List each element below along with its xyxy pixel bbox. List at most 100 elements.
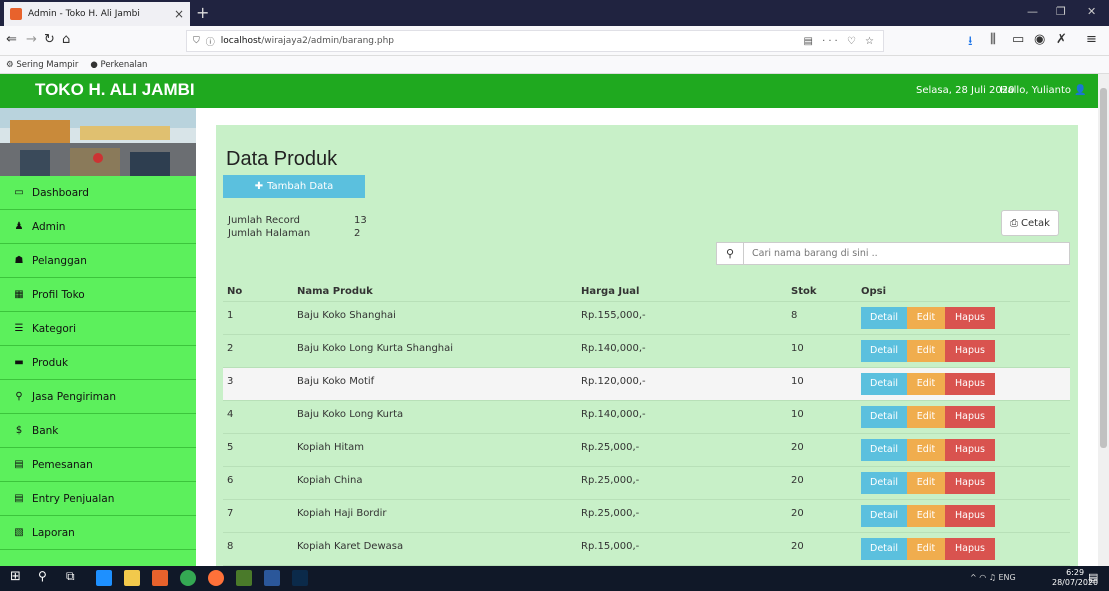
bookmark-perkenalan[interactable]: ● Perkenalan: [90, 60, 147, 70]
sidebar-item-profil-toko[interactable]: ▦ Profil Toko: [0, 278, 196, 312]
close-tab-icon[interactable]: ×: [174, 7, 184, 21]
back-icon[interactable]: ⇐: [6, 32, 17, 47]
bookmark-sering-mampir[interactable]: ⚙ Sering Mampir: [6, 60, 78, 70]
list-icon: ☰: [14, 323, 24, 334]
cell-opsi: DetailEditHapus: [857, 333, 1070, 367]
search-icon[interactable]: ⚲: [38, 569, 54, 585]
brand-title[interactable]: TOKO H. ALI JAMBI: [35, 80, 195, 100]
edit-button[interactable]: Edit: [907, 438, 945, 461]
edge-icon[interactable]: [96, 570, 112, 586]
sidebar-toggle-icon[interactable]: ▭: [1012, 32, 1024, 47]
table-row: 2 Baju Koko Long Kurta Shanghai Rp.140,000…: [223, 333, 1070, 367]
minimize-icon[interactable]: —: [1027, 5, 1038, 18]
browser-navbar: ⇐ → ↻ ⌂ ⛉ ⓘ localhost /wirajaya2/admin/b…: [0, 26, 1109, 56]
edit-button[interactable]: Edit: [907, 372, 945, 395]
reload-icon[interactable]: ↻: [44, 32, 55, 47]
task-view-icon[interactable]: ⧉: [66, 569, 82, 585]
cell-opsi: DetailEditHapus: [857, 465, 1070, 499]
menu-icon[interactable]: ≡: [1086, 32, 1097, 47]
account-icon[interactable]: ◉: [1034, 32, 1045, 47]
windows-taskbar: ⊞ ⚲ ⧉ ^ ◠ ♫ ENG 6:29 28/07/2020 ▤: [0, 566, 1109, 591]
cell-stok: 20: [787, 498, 857, 532]
cell-stok: 8: [787, 300, 857, 334]
edit-button[interactable]: Edit: [907, 504, 945, 527]
search-button[interactable]: ⚲: [716, 242, 744, 265]
file-explorer-icon[interactable]: [124, 570, 140, 586]
sidebar-item-jasa-pengiriman[interactable]: ⚲ Jasa Pengiriman: [0, 380, 196, 414]
windows-start-icon[interactable]: ⊞: [10, 569, 26, 585]
chrome-icon[interactable]: [180, 570, 196, 586]
cell-no: 3: [223, 366, 293, 400]
extension-icon[interactable]: ✗: [1056, 32, 1067, 47]
delete-button[interactable]: Hapus: [945, 372, 995, 395]
sidebar-item-admin[interactable]: ♟ Admin: [0, 210, 196, 244]
xampp-icon[interactable]: [152, 570, 168, 586]
sidebar-item-produk[interactable]: ▬ Produk: [0, 346, 196, 380]
delete-button[interactable]: Hapus: [945, 537, 995, 560]
cell-no: 8: [223, 531, 293, 565]
edit-button[interactable]: Edit: [907, 405, 945, 428]
cell-stok: 20: [787, 432, 857, 466]
product-table: No Nama Produk Harga Jual Stok Opsi 1 Baj…: [223, 283, 1070, 566]
add-data-button[interactable]: ✚ Tambah Data: [223, 175, 365, 198]
cell-nama-produk: Baju Koko Long Kurta Shanghai: [293, 333, 577, 367]
col-header-stok: Stok: [791, 286, 817, 298]
search-input[interactable]: [744, 242, 1070, 265]
detail-button[interactable]: Detail: [861, 504, 907, 527]
home-icon[interactable]: ⌂: [62, 32, 70, 47]
delete-button[interactable]: Hapus: [945, 339, 995, 362]
word-icon[interactable]: [264, 570, 280, 586]
dreamweaver-icon[interactable]: [236, 570, 252, 586]
edit-button[interactable]: Edit: [907, 471, 945, 494]
detail-button[interactable]: Detail: [861, 438, 907, 461]
sidebar-item-dashboard[interactable]: ▭ Dashboard: [0, 176, 196, 210]
forward-icon[interactable]: →: [26, 32, 37, 47]
photoshop-icon[interactable]: [292, 570, 308, 586]
search-icon: ⚲: [725, 247, 735, 260]
firefox-icon[interactable]: [208, 570, 224, 586]
edit-button[interactable]: Edit: [907, 537, 945, 560]
delete-button[interactable]: Hapus: [945, 471, 995, 494]
edit-button[interactable]: Edit: [907, 306, 945, 329]
system-tray[interactable]: ^ ◠ ♫ ENG: [970, 573, 1016, 582]
close-window-icon[interactable]: ✕: [1087, 5, 1096, 18]
browser-tab[interactable]: Admin - Toko H. Ali Jambi ×: [4, 2, 190, 26]
cell-stok: 10: [787, 366, 857, 400]
user-greeting[interactable]: Hallo, Yulianto 👤: [1000, 85, 1087, 96]
delete-button[interactable]: Hapus: [945, 438, 995, 461]
edit-button[interactable]: Edit: [907, 339, 945, 362]
detail-button[interactable]: Detail: [861, 306, 907, 329]
page-actions-icon[interactable]: ▤ ··· ♡ ☆: [804, 36, 877, 47]
delete-button[interactable]: Hapus: [945, 306, 995, 329]
detail-button[interactable]: Detail: [861, 405, 907, 428]
detail-button[interactable]: Detail: [861, 471, 907, 494]
notification-icon[interactable]: ▤: [1088, 571, 1104, 587]
url-bar[interactable]: ⛉ ⓘ localhost /wirajaya2/admin/barang.ph…: [186, 30, 884, 52]
detail-button[interactable]: Detail: [861, 339, 907, 362]
cell-opsi: DetailEditHapus: [857, 300, 1070, 334]
restore-icon[interactable]: ❐: [1056, 5, 1066, 18]
col-header-nama: Nama Produk: [297, 286, 373, 298]
cell-no: 5: [223, 432, 293, 466]
new-tab-icon[interactable]: +: [196, 3, 209, 22]
sidebar-item-bank[interactable]: $ Bank: [0, 414, 196, 448]
cell-stok: 20: [787, 465, 857, 499]
print-button[interactable]: ⎙ Cetak: [1001, 210, 1059, 236]
tab-title: Admin - Toko H. Ali Jambi: [28, 9, 140, 19]
sidebar-item-pemesanan[interactable]: ▤ Pemesanan: [0, 448, 196, 482]
sidebar-item-kategori[interactable]: ☰ Kategori: [0, 312, 196, 346]
delete-button[interactable]: Hapus: [945, 504, 995, 527]
cell-harga-jual: Rp.25,000,-: [577, 465, 787, 499]
detail-button[interactable]: Detail: [861, 537, 907, 560]
download-icon[interactable]: ⭳: [968, 32, 973, 54]
library-icon[interactable]: ⫼: [990, 32, 996, 47]
cell-no: 6: [223, 465, 293, 499]
sidebar-item-laporan[interactable]: ▧ Laporan: [0, 516, 196, 550]
cell-harga-jual: Rp.155,000,-: [577, 300, 787, 334]
page-scrollbar[interactable]: [1098, 74, 1109, 566]
delete-button[interactable]: Hapus: [945, 405, 995, 428]
sidebar-item-entry-penjualan[interactable]: ▤ Entry Penjualan: [0, 482, 196, 516]
scrollbar-thumb[interactable]: [1100, 88, 1107, 448]
sidebar-item-pelanggan[interactable]: ☗ Pelanggan: [0, 244, 196, 278]
detail-button[interactable]: Detail: [861, 372, 907, 395]
